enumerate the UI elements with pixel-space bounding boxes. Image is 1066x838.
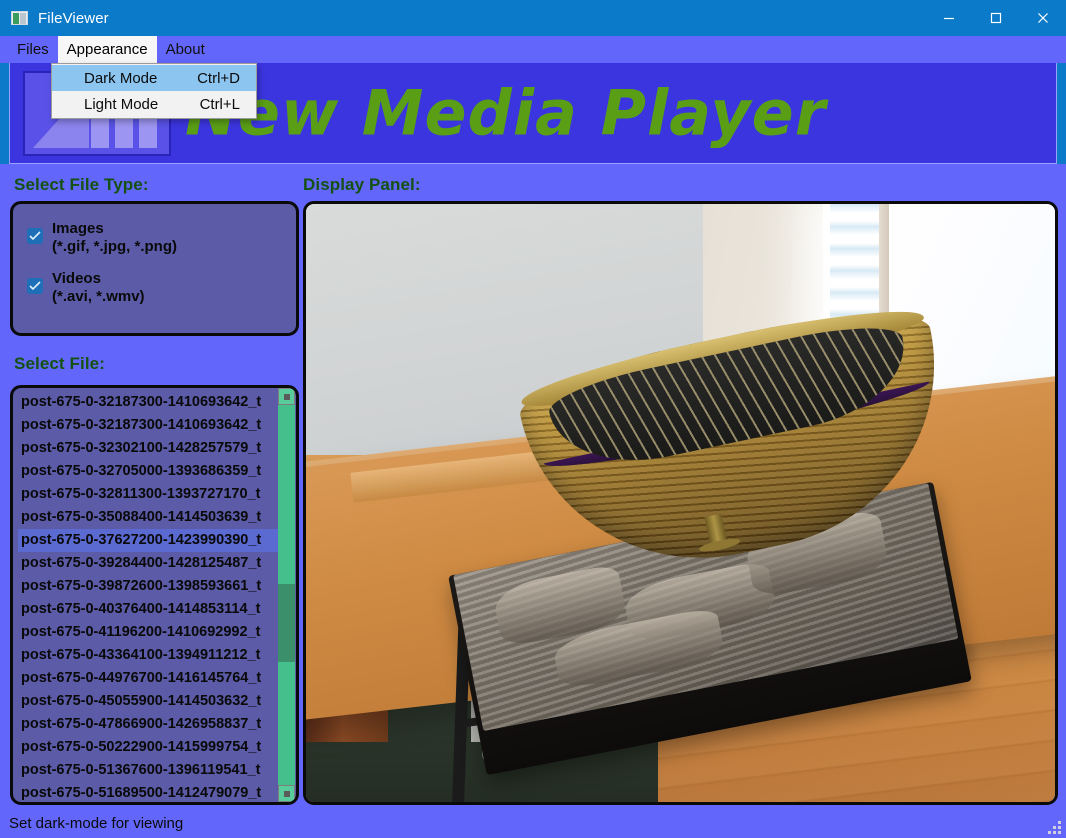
select-file-type-label: Select File Type: [14, 175, 149, 194]
file-list-item[interactable]: post-675-0-40376400-1414853114_t [18, 598, 280, 621]
menu-option-light-mode[interactable]: Light Mode Ctrl+L [52, 91, 256, 117]
videos-extensions: (*.avi, *.wmv) [52, 287, 145, 305]
window-controls [925, 0, 1066, 36]
file-list-item[interactable]: post-675-0-47866900-1426958837_t [18, 713, 280, 736]
app-window-icon [11, 11, 28, 25]
filetype-images-row[interactable]: Images (*.gif, *.jpg, *.png) [27, 220, 282, 257]
file-list-item[interactable]: post-675-0-41196200-1410692992_t [18, 621, 280, 644]
file-list-rows: post-675-0-32187300-1410693642_t post-675… [13, 388, 280, 802]
menu-bar: Files Appearance About [0, 36, 1066, 63]
file-list[interactable]: post-675-0-32187300-1410693642_t post-675… [10, 385, 299, 805]
menu-item-about[interactable]: About [157, 36, 214, 63]
menu-item-appearance[interactable]: Appearance [57, 36, 157, 63]
resize-grip-icon[interactable] [1047, 820, 1061, 834]
select-file-label: Select File: [14, 354, 105, 373]
scroll-up-icon[interactable] [278, 388, 295, 405]
file-list-item[interactable]: post-675-0-39872600-1398593661_t [18, 575, 280, 598]
file-list-item[interactable]: post-675-0-32811300-1393727170_t [18, 483, 280, 506]
file-list-item[interactable]: post-675-0-44976700-1416145764_t [18, 667, 280, 690]
images-label: Images (*.gif, *.jpg, *.png) [52, 220, 177, 257]
maximize-button[interactable] [972, 0, 1019, 36]
images-name: Images [52, 220, 104, 237]
file-list-item[interactable]: post-675-0-32302100-1428257579_t [18, 437, 280, 460]
scrollbar-thumb[interactable] [278, 584, 295, 662]
status-message: Set dark-mode for viewing [9, 815, 184, 832]
file-list-item[interactable]: post-675-0-51689500-1412479079_t [18, 782, 280, 802]
file-list-item[interactable]: post-675-0-43364100-1394911212_t [18, 644, 280, 667]
file-list-item[interactable]: post-675-0-50222900-1415999754_t [18, 736, 280, 759]
light-mode-shortcut: Ctrl+L [199, 95, 240, 113]
dark-mode-shortcut: Ctrl+D [197, 69, 240, 87]
appearance-dropdown-menu: Dark Mode Ctrl+D Light Mode Ctrl+L [51, 63, 257, 119]
file-list-item[interactable]: post-675-0-51367600-1396119541_t [18, 759, 280, 782]
menu-item-files[interactable]: Files [8, 36, 58, 63]
videos-checkbox[interactable] [27, 277, 43, 294]
file-type-group: Images (*.gif, *.jpg, *.png) Videos (*.a… [10, 201, 299, 336]
menu-option-dark-mode[interactable]: Dark Mode Ctrl+D [52, 65, 256, 91]
file-list-item[interactable]: post-675-0-37627200-1423990390_t [18, 529, 280, 552]
display-panel[interactable] [303, 201, 1058, 805]
images-checkbox[interactable] [27, 228, 43, 244]
scroll-down-icon[interactable] [278, 785, 295, 802]
file-list-item[interactable]: post-675-0-32705000-1393686359_t [18, 460, 280, 483]
banner-title: New Media Player [185, 76, 827, 150]
close-button[interactable] [1019, 0, 1066, 36]
title-bar-left: FileViewer [0, 10, 109, 27]
file-list-item[interactable]: post-675-0-45055900-1414503632_t [18, 690, 280, 713]
filetype-videos-row[interactable]: Videos (*.avi, *.wmv) [27, 270, 282, 307]
videos-label: Videos (*.avi, *.wmv) [52, 270, 145, 307]
file-list-scrollbar[interactable] [278, 388, 295, 802]
light-mode-label: Light Mode [84, 95, 159, 113]
status-bar: Set dark-mode for viewing [0, 809, 1066, 838]
file-list-item[interactable]: post-675-0-39284400-1428125487_t [18, 552, 280, 575]
display-panel-label: Display Panel: [303, 175, 421, 194]
minimize-button[interactable] [925, 0, 972, 36]
images-extensions: (*.gif, *.jpg, *.png) [52, 238, 177, 256]
videos-name: Videos [52, 269, 101, 287]
application-window: FileViewer Files Appearance About New Me… [0, 0, 1066, 838]
window-title: FileViewer [38, 9, 109, 27]
displayed-photo [306, 204, 1055, 802]
file-list-item[interactable]: post-675-0-32187300-1410693642_t [18, 414, 280, 437]
title-bar: FileViewer [0, 0, 1066, 36]
content-area: Select File Type: Images (*.gif, *.jpg, … [0, 164, 1066, 809]
file-list-item[interactable]: post-675-0-35088400-1414503639_t [18, 506, 280, 529]
file-list-item[interactable]: post-675-0-32187300-1410693642_t [18, 391, 280, 414]
dark-mode-label: Dark Mode [84, 69, 158, 87]
